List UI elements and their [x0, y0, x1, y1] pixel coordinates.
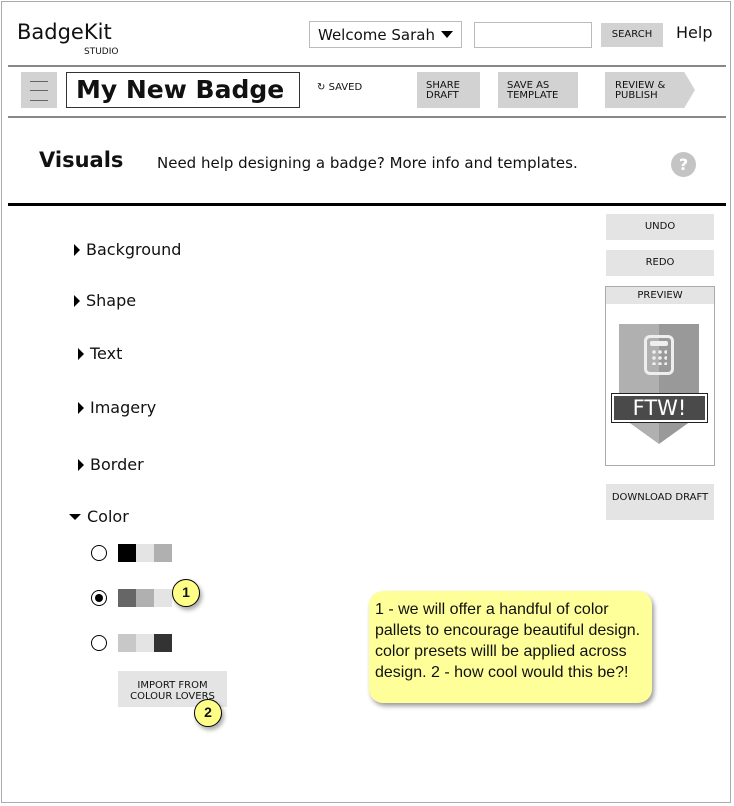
palette-swatch [118, 634, 136, 652]
caret-right-icon [78, 347, 84, 360]
redo-button[interactable]: REDO [606, 250, 714, 276]
palette-swatch [136, 589, 154, 607]
accordion-label: Color [87, 507, 129, 526]
palette-swatch [118, 589, 136, 607]
templates-link[interactable]: templates [497, 154, 573, 172]
user-menu-dropdown[interactable]: Welcome Sarah [309, 21, 462, 48]
accordion-shape[interactable]: Shape [74, 291, 136, 310]
palette-swatch [154, 544, 172, 562]
undo-button[interactable]: UNDO [606, 214, 714, 240]
preview-label: PREVIEW [606, 287, 714, 304]
help-icon[interactable]: ? [671, 152, 696, 177]
search-button[interactable]: SEARCH [601, 23, 663, 47]
accordion-background[interactable]: Background [74, 240, 181, 259]
menu-button[interactable] [21, 72, 57, 108]
palette-swatch [118, 544, 136, 562]
download-draft-button[interactable]: DOWNLOAD DRAFT [606, 484, 714, 520]
badge-name-input[interactable]: My New Badge [66, 72, 300, 108]
logo-subtitle: STUDIO [84, 47, 119, 57]
help-prefix: Need help designing a badge? [157, 154, 390, 172]
accordion-imagery[interactable]: Imagery [78, 398, 156, 417]
review-publish-button[interactable]: REVIEW & PUBLISH [605, 72, 695, 108]
note-text: 1 - we will offer a handful of color pal… [375, 601, 641, 681]
annotation-marker-2: 2 [194, 699, 222, 727]
caret-right-icon [74, 294, 80, 307]
annotation-note: 1 - we will offer a handful of color pal… [369, 591, 652, 703]
caret-right-icon [78, 458, 84, 471]
and-text: and [459, 154, 498, 172]
search-input[interactable] [474, 22, 592, 48]
share-draft-button[interactable]: SHARE DRAFT [417, 72, 480, 108]
palette-radio-1[interactable] [91, 545, 107, 561]
user-menu-label: Welcome Sarah [318, 25, 435, 44]
accordion-color[interactable]: Color [69, 507, 129, 526]
period: . [572, 154, 578, 172]
more-info-link[interactable]: More info [390, 154, 460, 172]
accordion-border[interactable]: Border [78, 455, 144, 474]
saved-status: ↻ SAVED [317, 82, 362, 93]
refresh-icon: ↻ [317, 82, 329, 93]
save-as-template-button[interactable]: SAVE AS TEMPLATE [498, 72, 578, 108]
saved-label: SAVED [328, 82, 363, 93]
logo: BadgeKit [17, 20, 112, 44]
caret-right-icon [74, 243, 80, 256]
badge-text: FTW! [614, 396, 705, 420]
accordion-label: Background [86, 240, 182, 259]
palette-radio-2[interactable] [91, 590, 107, 606]
palette-swatch [154, 589, 172, 607]
calculator-icon [644, 335, 674, 375]
palette-swatch [154, 634, 172, 652]
hamburger-icon [30, 81, 48, 101]
preview-panel: PREVIEW FTW! [605, 286, 715, 466]
palette-swatch [136, 544, 154, 562]
section-title: Visuals [39, 148, 124, 172]
accordion-label: Imagery [90, 398, 157, 417]
caret-down-icon [69, 513, 81, 520]
help-text: Need help designing a badge? More info a… [157, 154, 578, 172]
chevron-down-icon [441, 31, 453, 38]
caret-right-icon [78, 401, 84, 414]
accordion-text[interactable]: Text [78, 344, 122, 363]
accordion-label: Border [90, 455, 144, 474]
accordion-label: Text [90, 344, 123, 363]
annotation-marker-1: 1 [172, 579, 200, 607]
palette-swatch [136, 634, 154, 652]
help-link[interactable]: Help [676, 23, 712, 42]
accordion-label: Shape [86, 291, 137, 310]
palette-radio-3[interactable] [91, 635, 107, 651]
